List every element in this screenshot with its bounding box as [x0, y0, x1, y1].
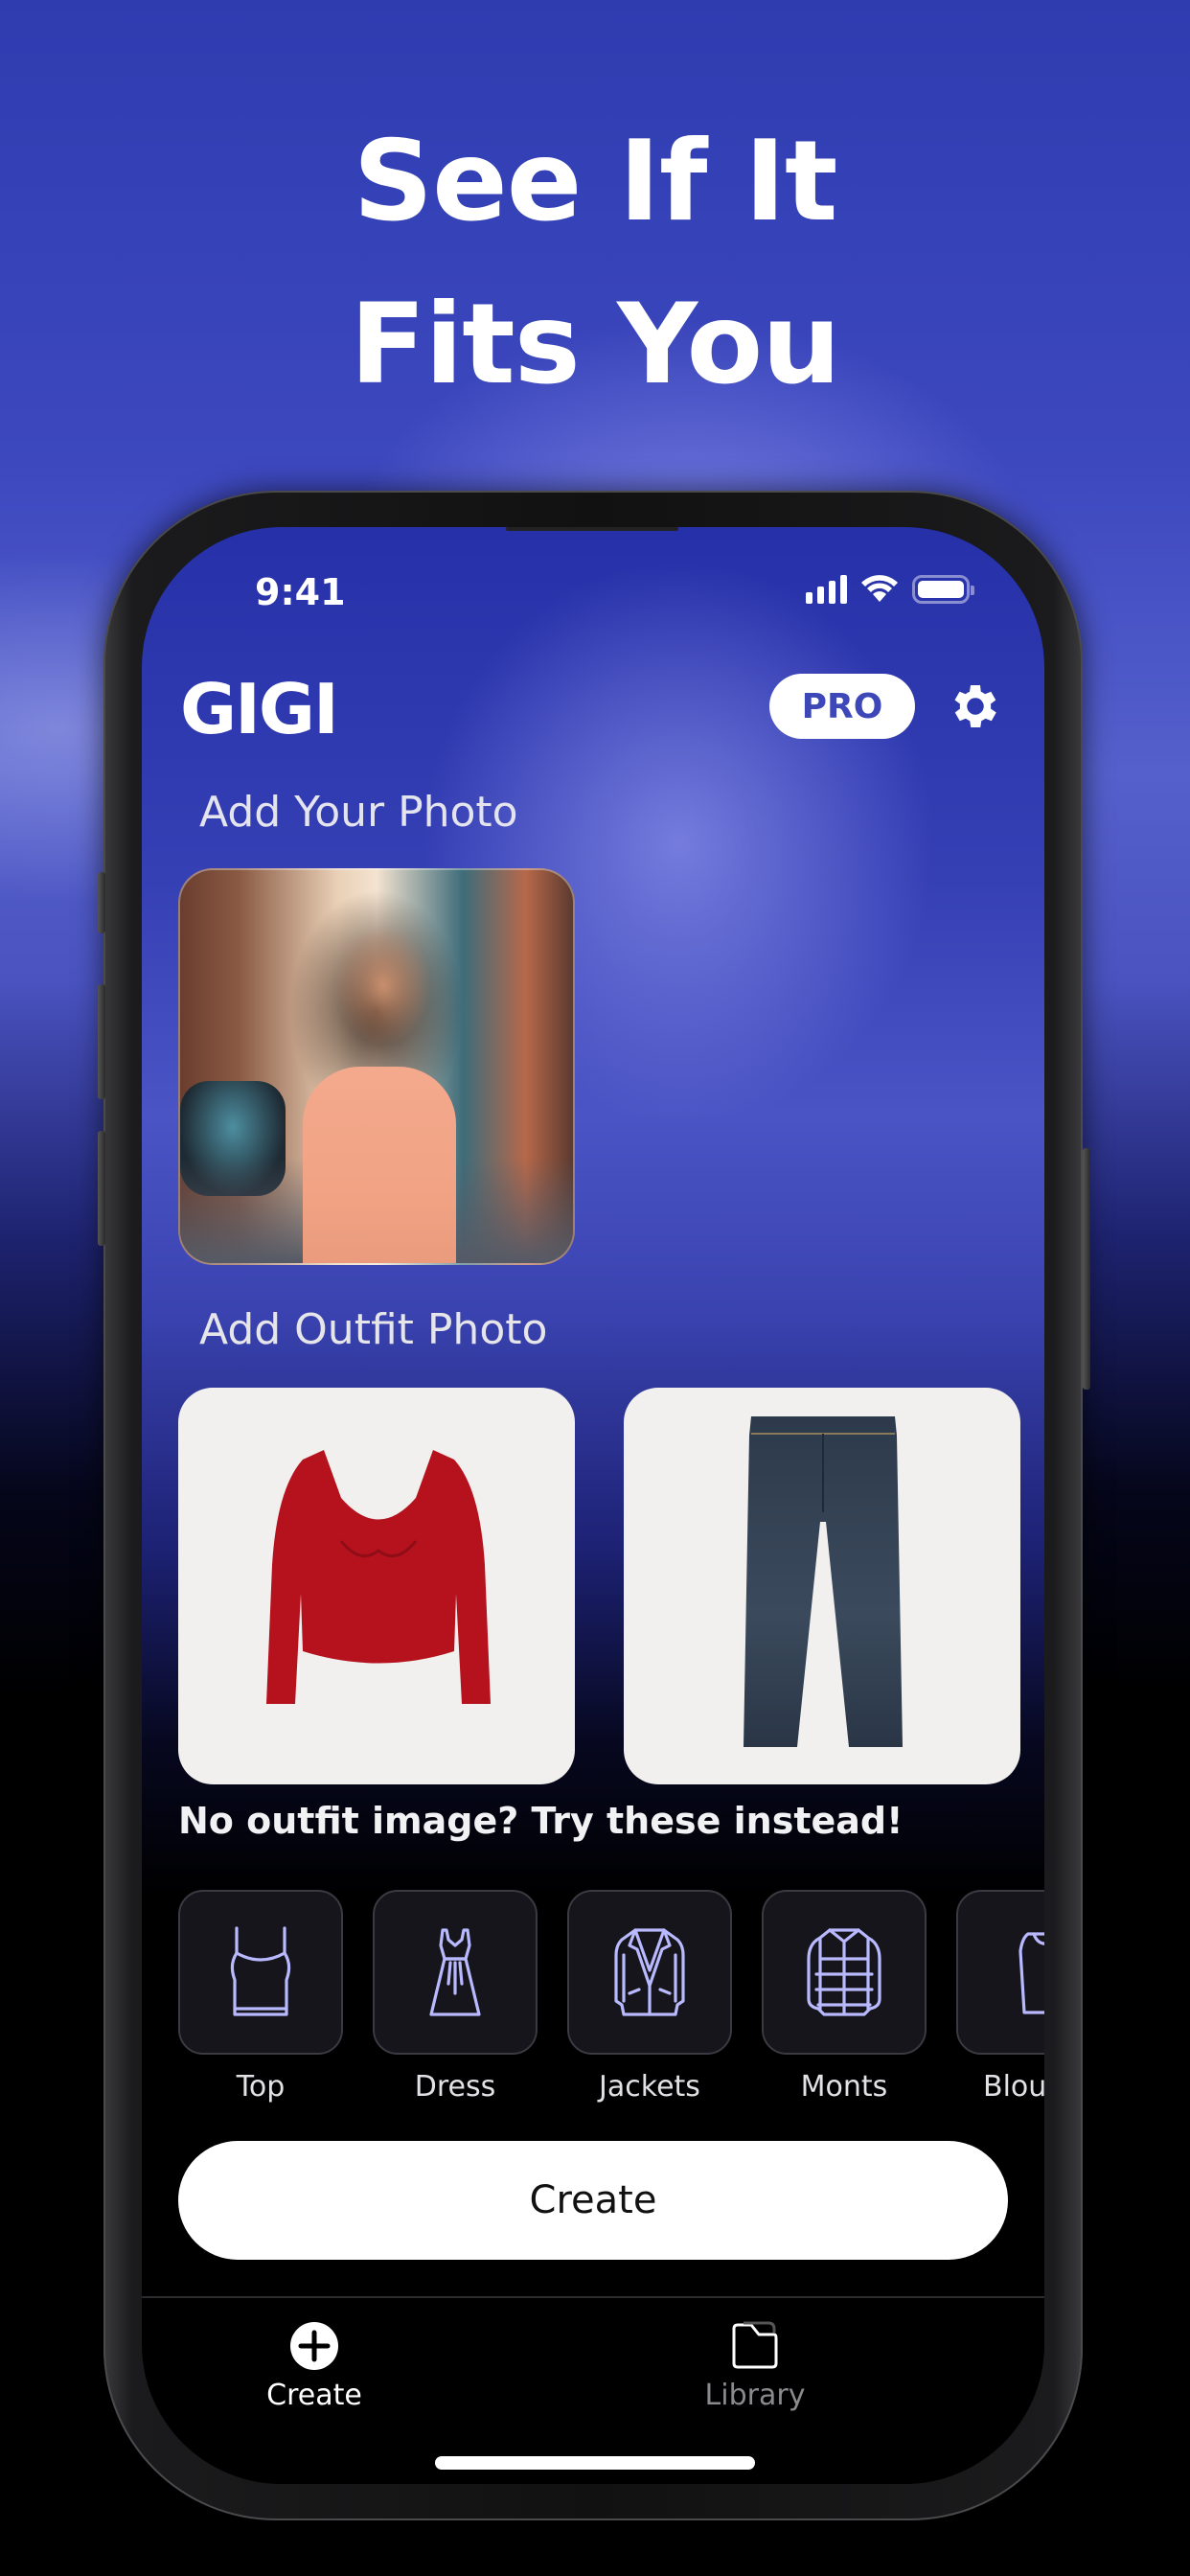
battery-icon — [912, 575, 974, 604]
create-button[interactable]: Create — [178, 2141, 1008, 2260]
pro-upgrade-button[interactable]: PRO — [769, 674, 915, 739]
category-label: Jackets — [599, 2070, 700, 2104]
home-indicator — [435, 2456, 755, 2470]
speaker-line — [506, 527, 678, 531]
outfit-photo-jeans[interactable] — [624, 1388, 1020, 1784]
category-label: Top — [236, 2070, 286, 2104]
wifi-icon — [861, 575, 898, 602]
puffer-jacket-icon — [807, 1928, 881, 2016]
red-top-image — [266, 1450, 491, 1704]
add-outfit-photo-label: Add Outfit Photo — [199, 1305, 548, 1354]
category-monts[interactable]: Monts — [762, 1890, 927, 2104]
gear-icon[interactable] — [947, 678, 1004, 735]
status-icons — [806, 575, 974, 604]
category-blouses[interactable]: Blouses — [956, 1890, 1044, 2104]
category-carousel[interactable]: Top Dress Jackets Monts Blou — [178, 1890, 1044, 2120]
phone-screen: 9:41 GIGI PRO Add Your Photo Add Outfit … — [142, 527, 1044, 2484]
volume-up-button — [98, 984, 105, 1099]
dress-icon — [429, 1928, 481, 2016]
category-label: Monts — [800, 2070, 888, 2104]
headline-line-2: Fits You — [350, 280, 841, 409]
power-button — [1083, 1148, 1090, 1390]
category-jackets[interactable]: Jackets — [567, 1890, 732, 2104]
tank-top-icon — [230, 1926, 291, 2016]
category-label: Blouses — [982, 2070, 1044, 2104]
category-label: Dress — [414, 2070, 496, 2104]
tab-library-label: Library — [704, 2379, 806, 2412]
volume-down-button — [98, 1131, 105, 1246]
app-title: GIGI — [180, 669, 339, 749]
category-dress[interactable]: Dress — [373, 1890, 538, 2104]
folder-icon — [732, 2321, 778, 2369]
blouse-icon — [1018, 1932, 1044, 2014]
suggestion-hint: No outfit image? Try these instead! — [178, 1800, 904, 1842]
jeans-image — [744, 1416, 903, 1747]
tab-library[interactable]: Library — [659, 2321, 851, 2412]
user-photo[interactable] — [178, 868, 575, 1265]
tab-create[interactable]: Create — [218, 2321, 410, 2412]
marketing-headline: See If It Fits You — [0, 101, 1190, 426]
category-top[interactable]: Top — [178, 1890, 343, 2104]
tab-create-label: Create — [266, 2379, 362, 2412]
headline-line-1: See If It — [353, 117, 838, 246]
add-your-photo-label: Add Your Photo — [199, 788, 518, 837]
photo-dress-shape — [303, 1067, 456, 1263]
action-button — [98, 872, 105, 933]
status-time: 9:41 — [255, 571, 346, 613]
outfit-photo-top[interactable] — [178, 1388, 575, 1784]
tab-bar-divider — [142, 2296, 1044, 2298]
plus-circle-icon — [290, 2322, 338, 2370]
blazer-icon — [614, 1928, 685, 2016]
cellular-signal-icon — [806, 575, 847, 604]
